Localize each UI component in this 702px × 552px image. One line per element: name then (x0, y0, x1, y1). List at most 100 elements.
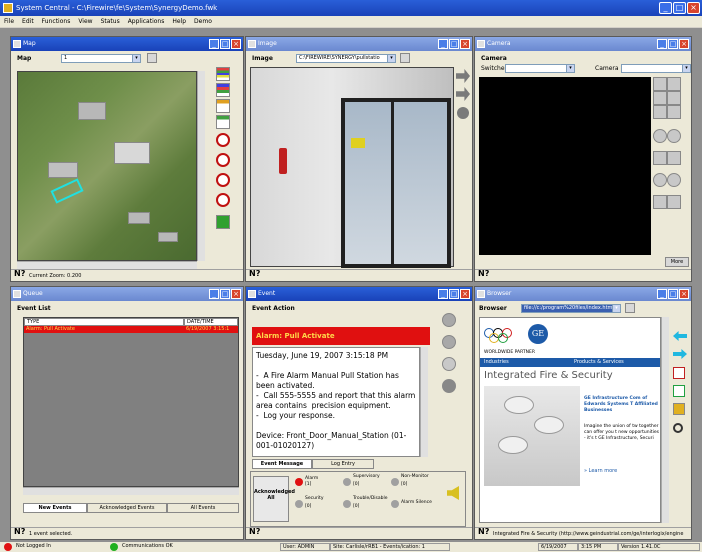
help-icon[interactable]: N? (14, 526, 25, 538)
image-minimize-button[interactable]: _ (438, 39, 448, 49)
tab-log-entry[interactable]: Log Entry (312, 459, 374, 469)
table-row[interactable]: Alarm: Pull Activate 6/19/2007 3:15:1 (24, 326, 238, 333)
map-maximize-button[interactable]: □ (220, 39, 230, 49)
help-icon[interactable]: N? (249, 526, 260, 538)
speaker-icon[interactable] (447, 486, 459, 500)
map-go-icon[interactable] (147, 53, 157, 63)
preset-icon[interactable] (653, 195, 667, 209)
nav-industries[interactable]: Industries (484, 358, 509, 367)
zoom-in-icon[interactable] (216, 133, 230, 147)
camera-close-button[interactable]: × (679, 39, 689, 49)
home-icon[interactable] (673, 403, 685, 415)
zoom-out-icon[interactable] (216, 153, 230, 167)
pan-down-icon[interactable] (667, 105, 681, 119)
map-vertical-scrollbar[interactable] (197, 71, 205, 261)
preset-2-icon[interactable] (667, 195, 681, 209)
more-button[interactable]: More (665, 257, 689, 267)
url-select[interactable]: file://c:/program%20files/index.htm ▾ (521, 304, 621, 313)
camera-minimize-button[interactable]: _ (657, 39, 667, 49)
image-path-select[interactable]: C:\FIREWIRE\SYNERGY\pullstatio ▾ (296, 54, 396, 63)
layer-list-4-icon[interactable] (216, 115, 230, 129)
search-icon[interactable] (673, 423, 683, 433)
pan-up-left-icon[interactable] (653, 77, 667, 91)
silence-icon[interactable] (442, 335, 456, 349)
close-button[interactable]: × (687, 2, 700, 14)
map-layer-add-icon[interactable] (216, 215, 230, 229)
focus-near-icon[interactable] (653, 151, 667, 165)
menu-file[interactable]: File (4, 16, 14, 27)
queue-horizontal-scrollbar[interactable] (23, 487, 239, 495)
maximize-button[interactable]: □ (673, 2, 686, 14)
settings-gear-icon[interactable] (442, 379, 456, 393)
forward-arrow-icon[interactable] (456, 87, 470, 101)
menu-view[interactable]: View (78, 16, 92, 27)
menu-status[interactable]: Status (101, 16, 120, 27)
stop-circle-icon[interactable] (457, 107, 469, 119)
help-icon[interactable]: N? (14, 268, 25, 280)
pan-down-left-icon[interactable] (653, 105, 667, 119)
map-minimize-button[interactable]: _ (209, 39, 219, 49)
camera-zoom-out-icon[interactable] (667, 129, 681, 143)
layer-list-3-icon[interactable] (216, 99, 230, 113)
pan-left-icon[interactable] (653, 91, 667, 105)
help-icon[interactable]: N? (478, 268, 489, 280)
browser-minimize-button[interactable]: _ (657, 289, 667, 299)
tab-all-events[interactable]: All Events (167, 503, 239, 513)
menu-help[interactable]: Help (172, 16, 186, 27)
acknowledge-icon[interactable] (442, 313, 456, 327)
stop-icon[interactable] (673, 367, 685, 379)
tab-acknowledged-events[interactable]: Acknowledged Events (87, 503, 167, 513)
menu-applications[interactable]: Applications (128, 16, 165, 27)
browser-maximize-button[interactable]: □ (668, 289, 678, 299)
browser-go-icon[interactable] (625, 303, 635, 313)
camera-zoom-in-icon[interactable] (653, 129, 667, 143)
acknowledged-all-button[interactable]: Acknowledged All (253, 476, 295, 522)
image-maximize-button[interactable]: □ (449, 39, 459, 49)
aerial-map-image[interactable] (17, 71, 197, 261)
pan-right-icon[interactable] (667, 91, 681, 105)
event-maximize-button[interactable]: □ (449, 289, 459, 299)
layer-list-2-icon[interactable] (216, 83, 230, 97)
map-close-button[interactable]: × (231, 39, 241, 49)
zoom-area-icon[interactable] (216, 173, 230, 187)
camera-select[interactable]: ▾ (621, 64, 691, 73)
event-close-button[interactable]: × (460, 289, 470, 299)
pan-up-icon[interactable] (667, 77, 681, 91)
iris-close-icon[interactable] (667, 173, 681, 187)
image-close-button[interactable]: × (460, 39, 470, 49)
column-header-type[interactable]: TYPE (24, 318, 184, 326)
browser-vertical-scrollbar[interactable] (661, 317, 669, 523)
queue-minimize-button[interactable]: _ (209, 289, 219, 299)
column-header-datetime[interactable]: DATE/TIME (184, 318, 238, 326)
queue-maximize-button[interactable]: □ (220, 289, 230, 299)
reset-icon[interactable] (442, 357, 456, 371)
camera-maximize-button[interactable]: □ (668, 39, 678, 49)
browser-close-button[interactable]: × (679, 289, 689, 299)
camera-video-feed[interactable] (479, 77, 651, 255)
event-minimize-button[interactable]: _ (438, 289, 448, 299)
minimize-button[interactable]: _ (659, 2, 672, 14)
menu-functions[interactable]: Functions (42, 16, 71, 27)
help-icon[interactable]: N? (249, 268, 260, 280)
back-arrow-icon[interactable] (673, 331, 687, 341)
tab-new-events[interactable]: New Events (23, 503, 87, 513)
layer-list-icon[interactable] (216, 67, 230, 81)
queue-close-button[interactable]: × (231, 289, 241, 299)
next-arrow-icon[interactable] (456, 69, 470, 83)
focus-far-icon[interactable] (667, 151, 681, 165)
nav-products-services[interactable]: Products & Services (574, 358, 624, 367)
menu-edit[interactable]: Edit (22, 16, 34, 27)
forward-arrow-icon[interactable] (673, 349, 687, 359)
refresh-icon[interactable] (673, 385, 685, 397)
map-horizontal-scrollbar[interactable] (17, 261, 197, 269)
ge-infra-link[interactable]: GE Infrastructure Com of Edwards Systems… (584, 396, 660, 414)
event-message-scrollbar[interactable] (420, 347, 428, 457)
image-browse-icon[interactable] (400, 53, 410, 63)
zoom-fit-icon[interactable] (216, 193, 230, 207)
iris-open-icon[interactable] (653, 173, 667, 187)
learn-more-link[interactable]: » Learn more (584, 468, 617, 474)
map-select[interactable]: 1 ▾ (61, 54, 141, 63)
tab-event-message[interactable]: Event Message (252, 459, 312, 469)
switcher-select[interactable]: ▾ (505, 64, 575, 73)
help-icon[interactable]: N? (478, 528, 489, 538)
